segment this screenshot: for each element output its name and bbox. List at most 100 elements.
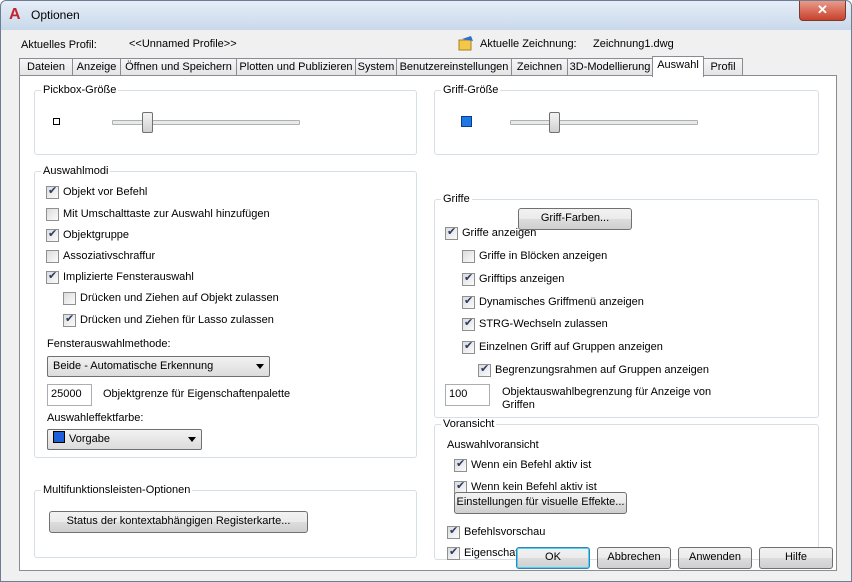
checkbox-gr-opts-2[interactable]: Grifftips anzeigen bbox=[462, 272, 565, 287]
drawing-value: Zeichnung1.dwg bbox=[593, 38, 674, 50]
checkbox-checked-icon[interactable] bbox=[46, 228, 59, 242]
checkbox-checked-icon[interactable] bbox=[63, 313, 76, 327]
griff-slider-thumb[interactable] bbox=[549, 112, 560, 133]
checkbox-checked-icon[interactable] bbox=[454, 458, 467, 472]
checkbox-unchecked-icon[interactable] bbox=[46, 208, 59, 221]
checkbox-label: Grifftips anzeigen bbox=[479, 273, 565, 285]
visual-effects-button[interactable]: Einstellungen für visuelle Effekte... bbox=[454, 492, 627, 514]
tab-system[interactable]: System bbox=[355, 58, 397, 76]
griff-slider-track[interactable] bbox=[510, 120, 698, 125]
tab-profil[interactable]: Profil bbox=[703, 58, 743, 76]
limit-input[interactable]: 100 bbox=[445, 384, 490, 406]
limit-label-1: Objektauswahlbegrenzung für Anzeige von bbox=[502, 386, 712, 398]
drawing-label: Aktuelle Zeichnung: bbox=[480, 38, 577, 50]
checkbox-am-opts-2[interactable]: Objektgruppe bbox=[46, 228, 130, 243]
checkbox-checked-icon[interactable] bbox=[462, 272, 475, 286]
ribbon-legend: Multifunktionsleisten-Optionen bbox=[43, 484, 191, 496]
voransicht-legend: Voransicht bbox=[443, 418, 495, 430]
checkbox-am-opts-5[interactable]: Drücken und Ziehen auf Objekt zulassen bbox=[63, 292, 279, 306]
chevron-down-icon bbox=[256, 364, 264, 369]
pickbox-slider-track[interactable] bbox=[112, 120, 300, 125]
auswahl-tab-panel: Pickbox-Größe Griff-Größe Auswahlmodi Ob… bbox=[19, 75, 837, 571]
checkbox-label: Wenn ein Befehl aktiv ist bbox=[471, 459, 592, 471]
griffe-legend: Griffe bbox=[443, 193, 470, 205]
checkbox-am-opts-3[interactable]: Assoziativschraffur bbox=[46, 250, 155, 264]
checkbox-gr-opts-3[interactable]: Dynamisches Griffmenü anzeigen bbox=[462, 295, 644, 310]
dialog-body: Aktuelles Profil: <<Unnamed Profile>> Ak… bbox=[7, 30, 845, 575]
checkbox-checked-icon[interactable] bbox=[478, 363, 491, 377]
checkbox-label: Objekt vor Befehl bbox=[63, 186, 148, 198]
checkbox-label: Drücken und Ziehen auf Objekt zulassen bbox=[80, 292, 279, 304]
apply-button[interactable]: Anwenden bbox=[678, 547, 752, 569]
checkbox-label: Mit Umschalttaste zur Auswahl hinzufügen bbox=[63, 208, 270, 220]
griffe-group: Griffe Griff-Farben... Griffe anzeigenGr… bbox=[434, 193, 819, 418]
fenster-combo-value: Beide - Automatische Erkennung bbox=[53, 360, 214, 372]
checkbox-am-opts-4[interactable]: Implizierte Fensterauswahl bbox=[46, 270, 194, 285]
tab-dateien[interactable]: Dateien bbox=[19, 58, 73, 76]
checkbox-checked-icon[interactable] bbox=[445, 226, 458, 240]
checkbox-unchecked-icon[interactable] bbox=[63, 292, 76, 305]
tab-3d-modellierung[interactable]: 3D-Modellierung bbox=[567, 58, 653, 76]
tab-benutzereinstellungen[interactable]: Benutzereinstellungen bbox=[396, 58, 512, 76]
ribbon-options-group: Multifunktionsleisten-Optionen Status de… bbox=[34, 484, 417, 558]
tab-oeffnen-speichern[interactable]: Öffnen und Speichern bbox=[120, 58, 237, 76]
checkbox-checked-icon[interactable] bbox=[447, 546, 460, 560]
tab-plotten-publizieren[interactable]: Plotten und Publizieren bbox=[236, 58, 356, 76]
checkbox-checked-icon[interactable] bbox=[447, 525, 460, 539]
auswahlmodi-group: Auswahlmodi Objekt vor Befehl Mit Umschal… bbox=[34, 165, 417, 458]
pickbox-slider-thumb[interactable] bbox=[142, 112, 153, 133]
checkbox-label: Griffe in Blöcken anzeigen bbox=[479, 250, 608, 262]
voransicht-group: Voransicht Auswahlvoransicht Wenn ein Be… bbox=[434, 418, 819, 560]
chevron-down-icon bbox=[188, 437, 196, 442]
tab-auswahl[interactable]: Auswahl bbox=[652, 56, 704, 77]
tab-anzeige[interactable]: Anzeige bbox=[72, 58, 121, 76]
drawing-icon bbox=[458, 35, 474, 51]
checkbox-unchecked-icon[interactable] bbox=[462, 250, 475, 263]
objektgrenze-input[interactable]: 25000 bbox=[47, 384, 92, 406]
checkbox-label: Begrenzungsrahmen auf Gruppen anzeigen bbox=[495, 364, 710, 376]
checkbox-am-opts-0[interactable]: Objekt vor Befehl bbox=[46, 185, 148, 200]
checkbox-checked-icon[interactable] bbox=[462, 317, 475, 331]
checkbox-checked-icon[interactable] bbox=[46, 185, 59, 199]
tab-zeichnen[interactable]: Zeichnen bbox=[511, 58, 568, 76]
griff-size-legend: Griff-Größe bbox=[443, 84, 499, 96]
help-button[interactable]: Hilfe bbox=[759, 547, 833, 569]
pickbox-group: Pickbox-Größe bbox=[34, 84, 417, 155]
autocad-logo-icon: A bbox=[9, 6, 21, 23]
ok-button[interactable]: OK bbox=[516, 547, 590, 569]
griff-size-group: Griff-Größe bbox=[434, 84, 819, 155]
checkbox-label: Befehlsvorschau bbox=[464, 526, 546, 538]
limit-label-2: Griffen bbox=[502, 399, 535, 411]
checkbox-unchecked-icon[interactable] bbox=[46, 250, 59, 263]
contextual-tab-status-button[interactable]: Status der kontextabhängigen Registerkar… bbox=[49, 511, 308, 533]
checkbox-vo-opts-0[interactable]: Wenn ein Befehl aktiv ist bbox=[454, 458, 592, 473]
window-title: Optionen bbox=[31, 8, 80, 22]
checkbox-am-opts-6[interactable]: Drücken und Ziehen für Lasso zulassen bbox=[63, 313, 274, 328]
checkbox-label: Einzelnen Griff auf Gruppen anzeigen bbox=[479, 341, 663, 353]
fenster-label: Fensterauswahlmethode: bbox=[47, 338, 171, 350]
checkbox-gr-opts-4[interactable]: STRG-Wechseln zulassen bbox=[462, 317, 608, 332]
checkbox-gr-opts-6[interactable]: Begrenzungsrahmen auf Gruppen anzeigen bbox=[478, 363, 710, 378]
close-button[interactable]: ✕ bbox=[799, 1, 846, 21]
checkbox-am-opts-1[interactable]: Mit Umschalttaste zur Auswahl hinzufügen bbox=[46, 208, 270, 222]
title-bar[interactable]: A Optionen ✕ bbox=[1, 1, 851, 30]
checkbox-label: STRG-Wechseln zulassen bbox=[479, 318, 608, 330]
checkbox-gr-opts-0[interactable]: Griffe anzeigen bbox=[445, 226, 537, 241]
checkbox-checked-icon[interactable] bbox=[462, 340, 475, 354]
checkbox-label: Griffe anzeigen bbox=[462, 227, 537, 239]
checkbox-label: Objektgruppe bbox=[63, 229, 130, 241]
checkbox-gr-opts-1[interactable]: Griffe in Blöcken anzeigen bbox=[462, 250, 607, 264]
pickbox-legend: Pickbox-Größe bbox=[43, 84, 117, 96]
pickbox-preview bbox=[53, 118, 60, 125]
fenster-combo[interactable]: Beide - Automatische Erkennung bbox=[47, 356, 270, 377]
cancel-button[interactable]: Abbrechen bbox=[597, 547, 671, 569]
color-swatch-icon bbox=[53, 431, 65, 443]
effekt-combo[interactable]: Vorgabe bbox=[47, 429, 202, 450]
checkbox-gr-opts-5[interactable]: Einzelnen Griff auf Gruppen anzeigen bbox=[462, 340, 663, 355]
checkbox-checked-icon[interactable] bbox=[462, 295, 475, 309]
checkbox-label: Assoziativschraffur bbox=[63, 250, 156, 262]
checkbox-checked-icon[interactable] bbox=[46, 270, 59, 284]
checkbox-label: Dynamisches Griffmenü anzeigen bbox=[479, 296, 644, 308]
checkbox-vo-opts2-0[interactable]: Befehlsvorschau bbox=[447, 525, 546, 540]
checkbox-label: Drücken und Ziehen für Lasso zulassen bbox=[80, 314, 274, 326]
